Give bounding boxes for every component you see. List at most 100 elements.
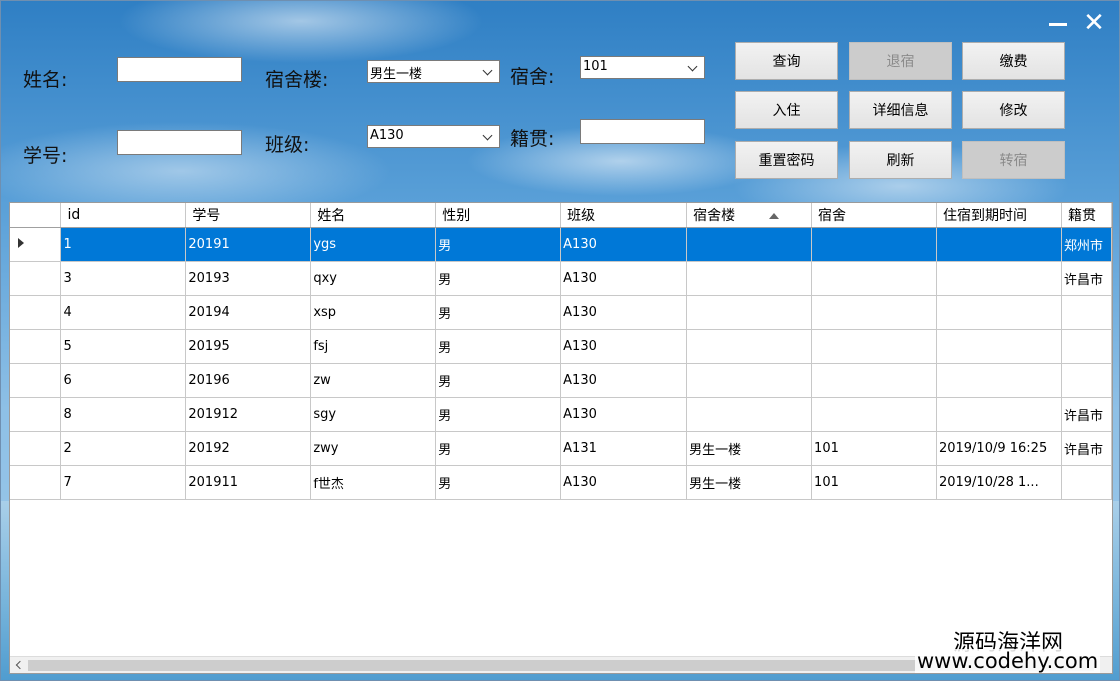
column-header-expiry[interactable]: 住宿到期时间 <box>936 203 1062 228</box>
table-row[interactable]: 4 20194 xsp 男 A130 <box>10 295 1112 330</box>
cell-building[interactable]: 男生一楼 <box>686 431 813 466</box>
cell-class[interactable]: A130 <box>560 329 688 364</box>
cell-dorm[interactable] <box>811 363 937 398</box>
cell-id[interactable]: 2 <box>60 431 187 466</box>
cell-dorm[interactable]: 101 <box>811 465 937 500</box>
row-header[interactable] <box>10 295 62 330</box>
name-field[interactable] <box>117 57 242 82</box>
cell-id[interactable]: 7 <box>60 465 187 500</box>
cell-id[interactable]: 1 <box>60 227 187 262</box>
column-header-student-id[interactable]: 学号 <box>185 203 312 228</box>
cell-hometown[interactable]: 许昌市 <box>1061 431 1112 466</box>
scroll-left-icon[interactable] <box>12 658 26 672</box>
cell-expiry[interactable] <box>936 295 1062 330</box>
cell-class[interactable]: A130 <box>560 295 688 330</box>
checkin-button[interactable]: 入住 <box>735 91 838 129</box>
details-button[interactable]: 详细信息 <box>849 91 952 129</box>
cell-expiry[interactable] <box>936 227 1062 262</box>
name-input[interactable] <box>118 58 241 81</box>
cell-gender[interactable]: 男 <box>435 465 562 500</box>
cell-id[interactable]: 5 <box>60 329 187 364</box>
chevron-down-icon[interactable] <box>686 60 700 76</box>
table-row[interactable]: 8 201912 sgy 男 A130 许昌市 <box>10 397 1112 432</box>
cell-class[interactable]: A130 <box>560 397 688 432</box>
table-row[interactable]: 6 20196 zw 男 A130 <box>10 363 1112 398</box>
cell-hometown[interactable] <box>1061 295 1112 330</box>
row-header[interactable] <box>10 431 62 466</box>
pay-button[interactable]: 缴费 <box>962 42 1065 80</box>
cell-id[interactable]: 4 <box>60 295 187 330</box>
cell-gender[interactable]: 男 <box>435 363 562 398</box>
cell-building[interactable] <box>686 397 813 432</box>
cell-name[interactable]: qxy <box>310 261 437 296</box>
cell-hometown[interactable]: 许昌市 <box>1061 261 1112 296</box>
cell-class[interactable]: A131 <box>560 431 688 466</box>
query-button[interactable]: 查询 <box>735 42 838 80</box>
cell-id[interactable]: 8 <box>60 397 187 432</box>
cell-dorm[interactable] <box>811 227 937 262</box>
transfer-button[interactable]: 转宿 <box>962 141 1065 179</box>
cell-student-id[interactable]: 20193 <box>185 261 312 296</box>
chevron-down-icon[interactable] <box>481 129 495 145</box>
row-header[interactable] <box>10 329 62 364</box>
cell-gender[interactable]: 男 <box>435 397 562 432</box>
column-header-class[interactable]: 班级 <box>560 203 688 228</box>
cell-gender[interactable]: 男 <box>435 329 562 364</box>
cell-gender[interactable]: 男 <box>435 261 562 296</box>
cell-name[interactable]: zwy <box>310 431 437 466</box>
cell-building[interactable] <box>686 363 813 398</box>
refresh-button[interactable]: 刷新 <box>849 141 952 179</box>
cell-dorm[interactable] <box>811 261 937 296</box>
cell-student-id[interactable]: 20191 <box>185 227 312 262</box>
table-row[interactable]: 1 20191 ygs 男 A130 郑州市 <box>10 227 1112 262</box>
cell-id[interactable]: 6 <box>60 363 187 398</box>
cell-dorm[interactable] <box>811 329 937 364</box>
column-header-building[interactable]: 宿舍楼 <box>686 203 813 228</box>
column-header-id[interactable]: id <box>60 203 187 228</box>
table-row[interactable]: 5 20195 fsj 男 A130 <box>10 329 1112 364</box>
column-header-hometown[interactable]: 籍贯 <box>1061 203 1112 228</box>
minimize-icon[interactable] <box>1045 11 1071 35</box>
cell-id[interactable]: 3 <box>60 261 187 296</box>
cell-building[interactable] <box>686 261 813 296</box>
cell-building[interactable] <box>686 329 813 364</box>
table-row[interactable]: 3 20193 qxy 男 A130 许昌市 <box>10 261 1112 296</box>
column-header-dorm[interactable]: 宿舍 <box>811 203 937 228</box>
cell-name[interactable]: zw <box>310 363 437 398</box>
cell-expiry[interactable] <box>936 261 1062 296</box>
cell-dorm[interactable] <box>811 397 937 432</box>
student-id-input[interactable] <box>118 131 241 154</box>
cell-class[interactable]: A130 <box>560 261 688 296</box>
cell-hometown[interactable]: 许昌市 <box>1061 397 1112 432</box>
cell-hometown[interactable] <box>1061 329 1112 364</box>
hometown-field[interactable] <box>580 119 705 144</box>
cell-class[interactable]: A130 <box>560 363 688 398</box>
chevron-down-icon[interactable] <box>481 64 495 80</box>
cell-student-id[interactable]: 20194 <box>185 295 312 330</box>
hometown-input[interactable] <box>581 120 704 143</box>
building-select[interactable]: 男生一楼 <box>367 60 500 83</box>
row-header[interactable] <box>10 465 62 500</box>
cell-student-id[interactable]: 20195 <box>185 329 312 364</box>
reset-password-button[interactable]: 重置密码 <box>735 141 838 179</box>
cell-expiry[interactable] <box>936 329 1062 364</box>
cell-building[interactable]: 男生一楼 <box>686 465 813 500</box>
cell-expiry[interactable]: 2019/10/28 1... <box>936 465 1062 500</box>
cell-name[interactable]: fsj <box>310 329 437 364</box>
student-table[interactable]: id 学号 姓名 性别 班级 宿舍楼 宿舍 住宿到期时间 籍贯 1 20191 yg… <box>9 202 1113 674</box>
cell-name[interactable]: f世杰 <box>310 465 437 500</box>
class-select[interactable]: A130 <box>367 125 500 148</box>
row-header[interactable] <box>10 363 62 398</box>
cell-class[interactable]: A130 <box>560 465 688 500</box>
cell-building[interactable] <box>686 227 813 262</box>
student-id-field[interactable] <box>117 130 242 155</box>
cell-hometown[interactable] <box>1061 465 1112 500</box>
close-icon[interactable]: ✕ <box>1081 10 1107 36</box>
cell-gender[interactable]: 男 <box>435 295 562 330</box>
cell-student-id[interactable]: 201912 <box>185 397 312 432</box>
dorm-select[interactable]: 101 <box>580 56 705 79</box>
column-header-name[interactable]: 姓名 <box>310 203 437 228</box>
cell-class[interactable]: A130 <box>560 227 688 262</box>
table-row[interactable]: 7 201911 f世杰男 A130 男生一楼 101 2019/10/28 1... <box>10 465 1112 500</box>
row-header[interactable] <box>10 227 62 262</box>
